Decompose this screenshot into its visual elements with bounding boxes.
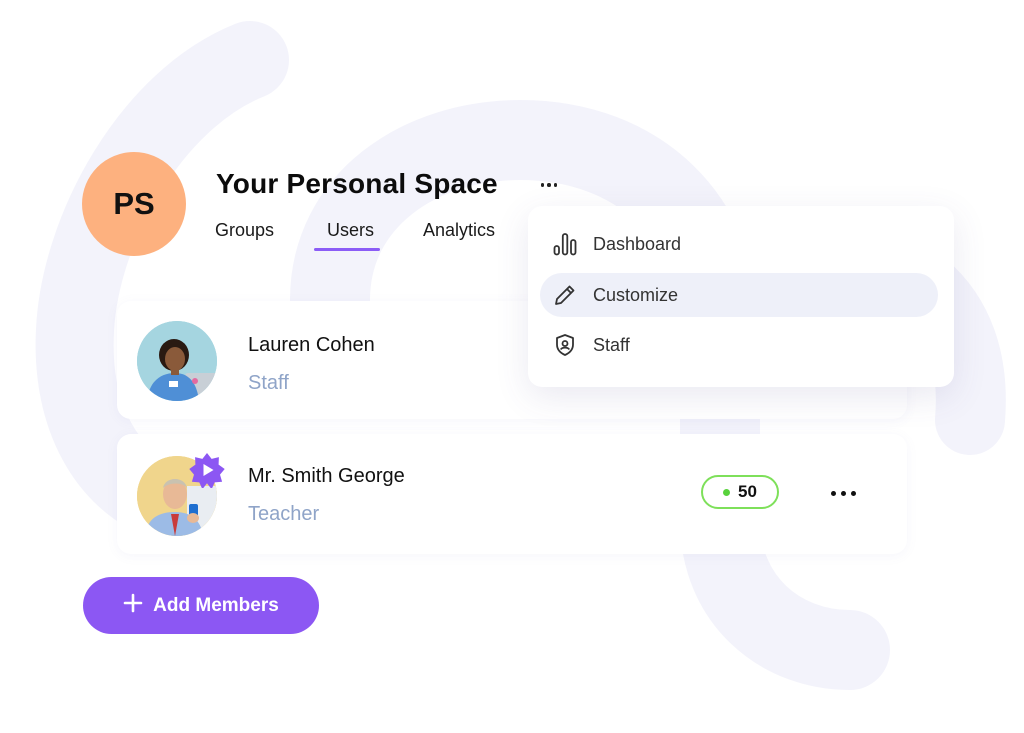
menu-item-dashboard[interactable]: Dashboard (540, 222, 938, 266)
status-dot-icon (723, 488, 731, 496)
more-dot (850, 490, 856, 496)
user-card[interactable] (117, 434, 907, 554)
user-name: Mr. Smith George (248, 465, 405, 487)
plus-icon (123, 593, 143, 619)
page-title: Your Personal Space (216, 168, 498, 199)
add-members-button[interactable]: Add Members (83, 577, 319, 634)
more-dot (830, 490, 836, 496)
menu-item-customize[interactable]: Customize (540, 273, 938, 317)
bar-chart-icon (552, 231, 578, 257)
tab-analytics[interactable]: Analytics (423, 220, 495, 241)
user-more-options-button[interactable] (826, 484, 860, 502)
menu-item-label: Dashboard (593, 233, 682, 254)
space-avatar: PS (82, 152, 186, 256)
menu-item-label: Staff (593, 334, 630, 355)
space-initials: PS (113, 186, 155, 221)
user-avatar (137, 321, 217, 401)
menu-item-label: Customize (593, 284, 679, 305)
user-role: Staff (248, 372, 289, 394)
menu-item-staff[interactable]: Staff (540, 323, 938, 367)
user-role: Teacher (248, 503, 320, 525)
shield-icon (552, 332, 578, 358)
active-tab-indicator (314, 248, 380, 251)
more-dot (840, 490, 846, 496)
more-dot (553, 183, 558, 187)
play-badge-icon (189, 453, 225, 488)
tab-groups[interactable]: Groups (215, 220, 274, 241)
space-more-menu-button[interactable] (536, 174, 562, 196)
tab-users[interactable]: Users (327, 220, 374, 241)
score-value: 50 (738, 482, 757, 501)
more-dot (540, 183, 545, 187)
add-members-label: Add Members (153, 594, 279, 616)
user-name: Lauren Cohen (248, 334, 375, 356)
more-dot (547, 183, 551, 187)
pencil-icon (552, 282, 578, 308)
score-badge: 50 (701, 475, 779, 509)
